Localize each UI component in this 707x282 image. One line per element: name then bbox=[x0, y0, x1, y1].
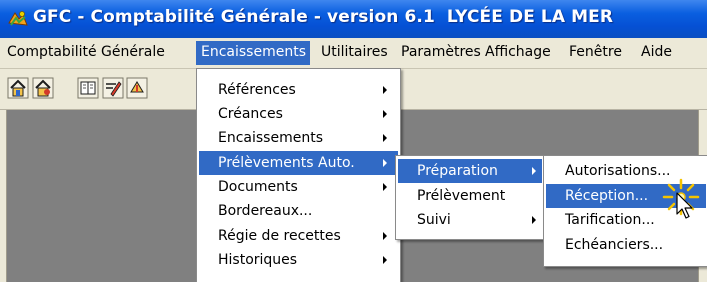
left-frame-border bbox=[0, 110, 7, 282]
menu-affichage[interactable]: Affichage bbox=[480, 41, 556, 65]
gfc-app-icon bbox=[8, 11, 28, 26]
window-title: GFC - Comptabilité Générale - version 6.… bbox=[33, 7, 613, 27]
book-icon[interactable] bbox=[77, 77, 99, 99]
menu-item-label: Encaissements bbox=[218, 130, 323, 146]
submenu-arrow-icon bbox=[383, 256, 387, 264]
menu-item-regie-de-recettes[interactable]: Régie de recettes bbox=[199, 224, 398, 248]
menu-encaissements[interactable]: Encaissements bbox=[196, 41, 310, 65]
menu-item-bordereaux[interactable]: Bordereaux... bbox=[199, 199, 398, 223]
title-organization: LYCÉE DE LA MER bbox=[446, 7, 614, 27]
encaissements-menu: Références Créances Encaissements Prélèv… bbox=[196, 68, 401, 282]
submenu-arrow-icon bbox=[383, 232, 387, 240]
menu-item-preparation[interactable]: Préparation bbox=[398, 159, 542, 183]
menu-item-label: Régie de recettes bbox=[218, 228, 341, 244]
home-users-icon[interactable] bbox=[32, 77, 54, 99]
menu-comptabilite-generale[interactable]: Comptabilité Générale bbox=[2, 41, 170, 65]
menu-item-label: Suivi bbox=[417, 212, 451, 228]
menu-aide[interactable]: Aide bbox=[636, 41, 677, 65]
edit-icon[interactable] bbox=[102, 77, 124, 99]
menu-item-references[interactable]: Références bbox=[199, 78, 398, 102]
menu-bar: Comptabilité Générale Encaissements Util… bbox=[0, 38, 707, 69]
menu-item-label: Documents bbox=[218, 179, 298, 195]
application-window: GFC - Comptabilité Générale - version 6.… bbox=[0, 0, 707, 282]
menu-item-label: Créances bbox=[218, 106, 283, 122]
menu-item-label: Préparation bbox=[417, 163, 498, 179]
submenu-arrow-icon bbox=[532, 167, 536, 175]
submenu-arrow-icon bbox=[383, 86, 387, 94]
menu-item-label: Prélèvement bbox=[417, 188, 506, 204]
submenu-arrow-icon bbox=[532, 216, 536, 224]
mouse-pointer-icon bbox=[676, 192, 693, 219]
menu-item-encaissements[interactable]: Encaissements bbox=[199, 126, 398, 150]
menu-item-suivi[interactable]: Suivi bbox=[398, 208, 542, 232]
menu-item-label: Bordereaux... bbox=[218, 203, 313, 219]
menu-utilitaires[interactable]: Utilitaires bbox=[316, 41, 393, 65]
menu-item-documents[interactable]: Documents bbox=[199, 175, 398, 199]
prelevements-submenu: Préparation Prélèvement Suivi bbox=[395, 155, 545, 240]
menu-parametres[interactable]: Paramètres bbox=[396, 41, 486, 65]
menu-item-label: Historiques bbox=[218, 252, 298, 268]
submenu-arrow-icon bbox=[383, 134, 387, 142]
submenu-arrow-icon bbox=[383, 110, 387, 118]
transfer-icon[interactable] bbox=[126, 77, 148, 99]
menu-item-label: Références bbox=[218, 82, 296, 98]
menu-item-prelevements-auto[interactable]: Prélèvements Auto. bbox=[199, 151, 398, 175]
menu-item-label: Prélèvements Auto. bbox=[218, 155, 355, 171]
menu-item-creances[interactable]: Créances bbox=[199, 102, 398, 126]
menu-item-echeanciers[interactable]: Echéanciers... bbox=[546, 233, 706, 257]
submenu-arrow-icon bbox=[383, 159, 387, 167]
home-icon[interactable] bbox=[7, 77, 29, 99]
menu-fenetre[interactable]: Fenêtre bbox=[564, 41, 627, 65]
menu-item-historiques[interactable]: Historiques bbox=[199, 248, 398, 272]
submenu-arrow-icon bbox=[383, 183, 387, 191]
title-app-name: GFC - Comptabilité Générale - version 6.… bbox=[33, 7, 435, 27]
menu-item-prelevement[interactable]: Prélèvement bbox=[398, 184, 542, 208]
title-bar[interactable]: GFC - Comptabilité Générale - version 6.… bbox=[0, 0, 707, 38]
